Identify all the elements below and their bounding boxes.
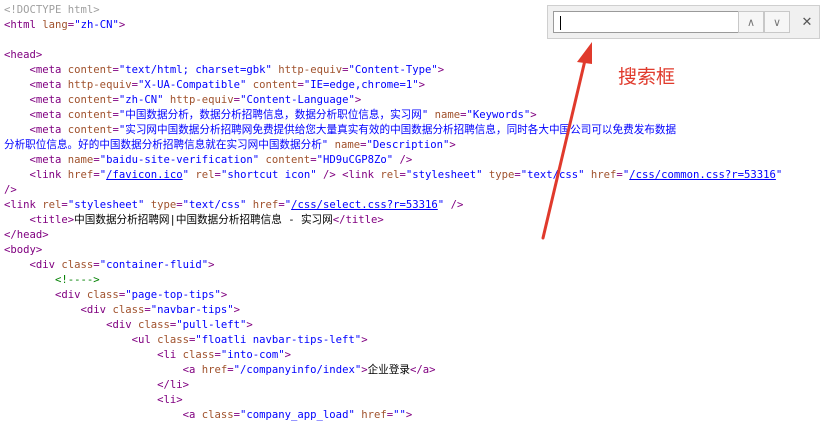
- annotation-label: 搜索框: [618, 66, 676, 88]
- annotation-arrow: [541, 42, 592, 240]
